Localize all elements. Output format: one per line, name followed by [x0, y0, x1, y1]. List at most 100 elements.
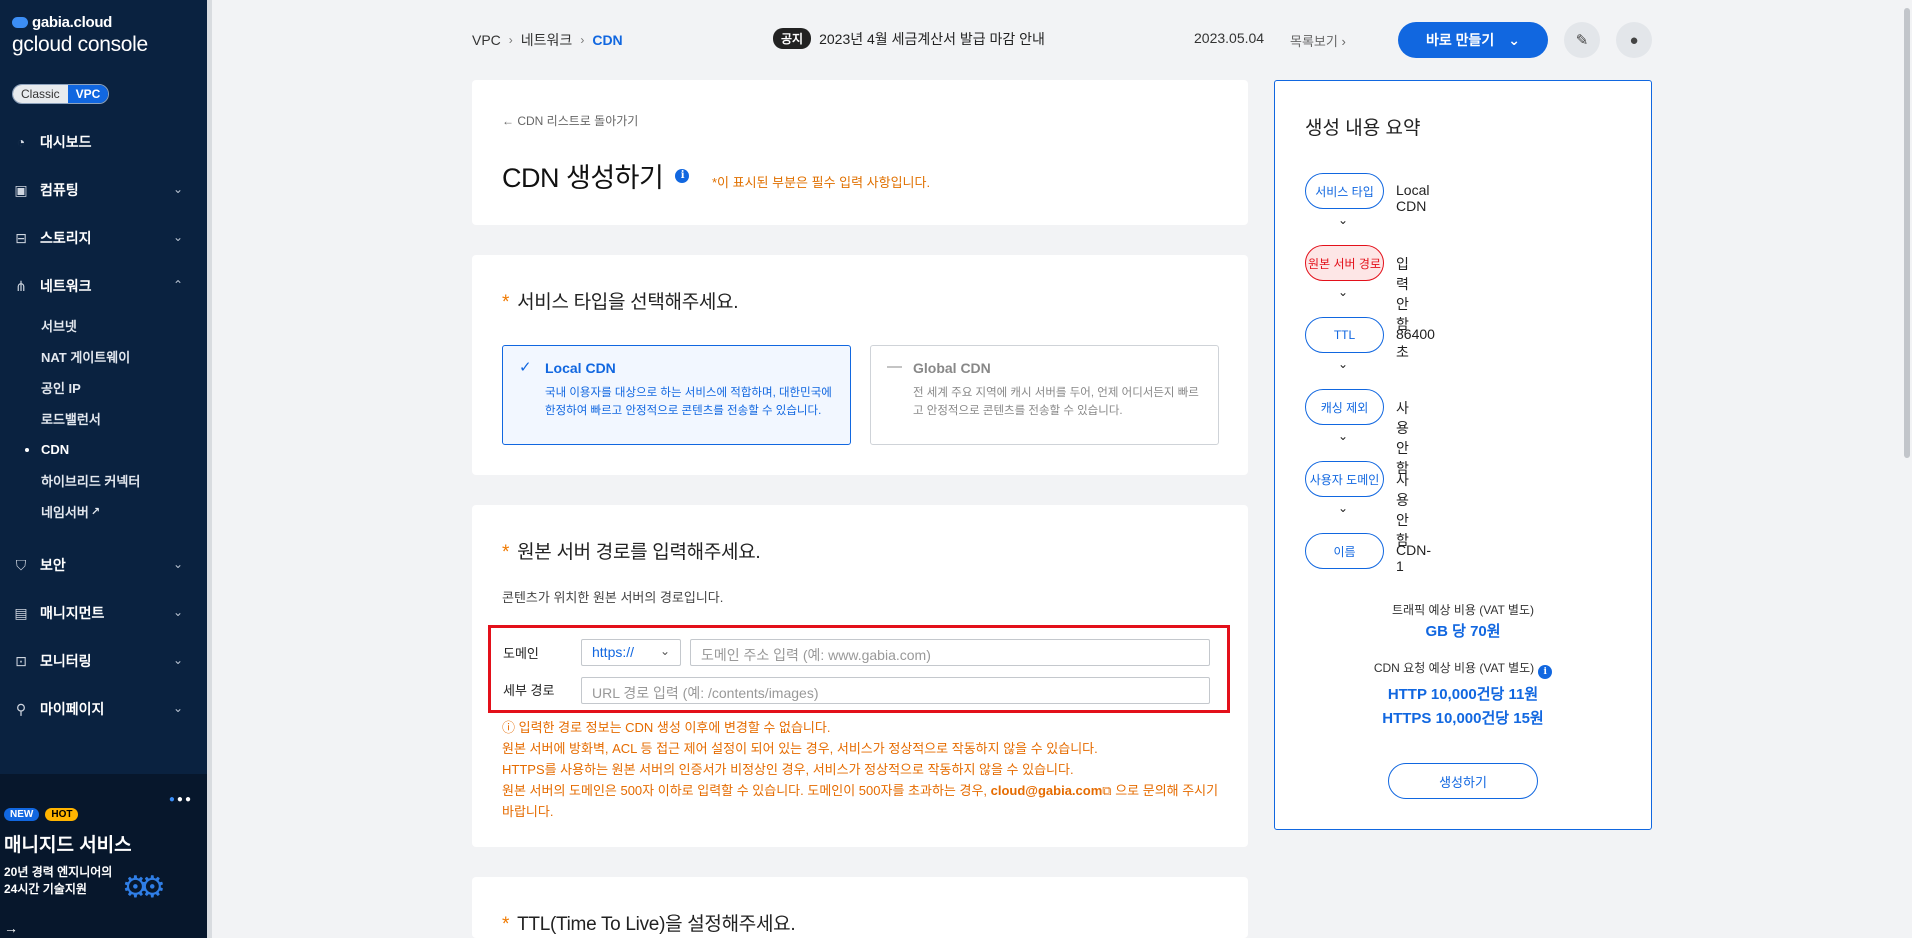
page-scrollbar[interactable]	[1902, 0, 1912, 938]
sidebar-item-security[interactable]: ⛉ 보안 ⌄	[0, 541, 207, 589]
sidebar-item-hybrid-connector[interactable]: 하이브리드 커넥터	[41, 465, 207, 496]
chevron-right-icon: ›	[508, 33, 513, 47]
step-value: 사용 안 함	[1396, 400, 1409, 476]
step-pill-origin[interactable]: 원본 서버 경로	[1305, 245, 1384, 281]
option-local-cdn[interactable]: ✓ Local CDN 국내 이용자를 대상으로 하는 서비스에 적합하며, 대…	[502, 345, 851, 445]
sidebar-item-mypage[interactable]: ⚲ 마이페이지 ⌄	[0, 685, 207, 733]
breadcrumb-network[interactable]: 네트워크	[521, 30, 573, 50]
chevron-down-icon: ⌄	[1338, 213, 1349, 227]
sidebar-item-nat-gateway[interactable]: NAT 게이트웨이	[41, 341, 207, 372]
step-value: 입력 안 함	[1396, 256, 1409, 332]
notice-date: 2023.05.04	[1194, 30, 1265, 46]
sidebar-item-public-ip[interactable]: 공인 IP	[41, 372, 207, 403]
quick-create-button[interactable]: 바로 만들기 ⌄	[1398, 22, 1548, 58]
chevron-down-icon: ⌄	[1338, 285, 1349, 299]
network-submenu: 서브넷 NAT 게이트웨이 공인 IP 로드밸런서 CDN 하이브리드 커넥터 …	[0, 310, 207, 527]
mode-vpc[interactable]: VPC	[67, 85, 109, 103]
promo-line: 24시간 기술지원	[4, 882, 87, 896]
notice-text[interactable]: 2023년 4월 세금계산서 발급 마감 안내	[819, 29, 1045, 49]
gears-icon: ⚙⚙	[122, 871, 166, 904]
promo-banner[interactable]: ●●● NEW HOT 매니지드 서비스 20년 경력 엔지니어의 24시간 기…	[0, 774, 207, 938]
copy-icon[interactable]: ⧉	[1102, 783, 1111, 798]
sidebar-item-dashboard[interactable]: ◔ 대시보드	[0, 118, 207, 166]
sidebar-item-storage[interactable]: ⊟ 스토리지 ⌄	[0, 214, 207, 262]
page-title: CDN 생성하기 i	[502, 156, 690, 195]
sidebar-item-label: 네트워크	[40, 278, 92, 294]
quick-create-label: 바로 만들기	[1425, 32, 1495, 48]
arrow-right-icon[interactable]: →	[4, 920, 18, 936]
step-pill-ttl[interactable]: TTL	[1305, 317, 1384, 353]
traffic-cost-label: 트래픽 예상 비용 (VAT 별도)	[1391, 603, 1535, 617]
request-cost-label: CDN 요청 예상 비용 (VAT 별도)	[1373, 661, 1535, 675]
logo[interactable]: gabia.cloud gcloud console	[12, 14, 148, 57]
info-icon[interactable]: i	[1538, 665, 1553, 679]
breadcrumb-cdn[interactable]: CDN	[592, 32, 622, 48]
path-input[interactable]: URL 경로 입력 (예: /contents/images)	[581, 677, 1210, 704]
sidebar: gabia.cloud gcloud console Classic VPC ◔…	[0, 0, 212, 938]
external-link-icon: ↗	[90, 506, 101, 518]
sidebar-item-label: 스토리지	[40, 230, 92, 246]
warning-line: HTTPS를 사용하는 원본 서버의 인증서가 비정상인 경우, 서비스가 정상…	[502, 762, 1074, 777]
sidebar-item-network[interactable]: ⋔ 네트워크 ⌃	[0, 262, 207, 310]
step-pill-user-domain[interactable]: 사용자 도메인	[1305, 461, 1384, 497]
mode-classic[interactable]: Classic	[13, 85, 68, 103]
section-title-text: 원본 서버 경로를 입력해주세요.	[517, 542, 761, 563]
step-pill-service-type[interactable]: 서비스 타입	[1305, 173, 1384, 209]
origin-card: * 원본 서버 경로를 입력해주세요. 콘텐츠가 위치한 원본 서버의 경로입니다…	[472, 505, 1248, 847]
warning-line: 원본 서버에 방화벽, ACL 등 접근 제어 설정이 되어 있는 경우, 서비…	[502, 741, 1098, 756]
chevron-down-icon: ⌄	[172, 653, 183, 667]
sidebar-scrollbar[interactable]	[207, 0, 212, 938]
chevron-down-icon: ⌄	[659, 644, 670, 658]
chat-icon: ✎	[1575, 32, 1589, 49]
header-card: ← CDN 리스트로 돌아가기 CDN 생성하기 i *이 표시된 부분은 필수…	[472, 80, 1248, 225]
sidebar-item-nameserver[interactable]: 네임서버 ↗	[41, 496, 207, 527]
step-pill-name[interactable]: 이름	[1305, 533, 1384, 569]
sidebar-item-management[interactable]: ▤ 매니지먼트 ⌄	[0, 589, 207, 637]
section-title-text: 서비스 타입을 선택해주세요.	[517, 292, 739, 313]
sidebar-item-cdn[interactable]: CDN	[25, 434, 207, 465]
notice-list-link[interactable]: 목록보기 ›	[1290, 31, 1346, 50]
chip-icon: ▣	[14, 181, 28, 198]
sidebar-item-monitoring[interactable]: ⊡ 모니터링 ⌄	[0, 637, 207, 685]
carousel-dots[interactable]: ●●●	[169, 794, 193, 805]
chevron-down-icon: ⌄	[172, 182, 183, 196]
step-pill-cache-exclude[interactable]: 캐싱 제외	[1305, 389, 1384, 425]
chevron-down-icon: ⌄	[1338, 429, 1349, 443]
breadcrumb: VPC › 네트워크 › CDN	[472, 30, 623, 50]
sidebar-item-subnet[interactable]: 서브넷	[41, 310, 207, 341]
origin-form: 도메인 https:// ⌄ 도메인 주소 입력 (예: www.gabia.c…	[488, 625, 1230, 713]
breadcrumb-vpc[interactable]: VPC	[472, 32, 501, 48]
chevron-down-icon: ⌄	[172, 605, 183, 619]
required-note: *이 표시된 부분은 필수 입력 사항입니다.	[712, 175, 931, 190]
origin-desc: 콘텐츠가 위치한 원본 서버의 경로입니다.	[502, 590, 724, 605]
sidebar-item-label: 대시보드	[40, 134, 92, 150]
monitoring-icon: ⊡	[15, 652, 27, 669]
back-link[interactable]: ← CDN 리스트로 돌아가기	[502, 112, 638, 129]
request-cost: CDN 요청 예상 비용 (VAT 별도) i HTTP 10,000건당 11원…	[1275, 659, 1651, 731]
sidebar-item-computing[interactable]: ▣ 컴퓨팅 ⌄	[0, 166, 207, 214]
step-value: 사용 안 함	[1396, 472, 1409, 548]
profile-button[interactable]: ●	[1616, 22, 1652, 58]
sidebar-item-load-balancer[interactable]: 로드밸런서	[41, 403, 207, 434]
info-icon[interactable]: i	[675, 168, 690, 183]
protocol-select[interactable]: https:// ⌄	[581, 639, 681, 666]
step-value: CDN-1	[1396, 542, 1431, 574]
create-cdn-button[interactable]: 생성하기	[1388, 763, 1538, 799]
option-global-cdn[interactable]: — Global CDN 전 세계 주요 지역에 캐시 서버를 두어, 언제 어…	[870, 345, 1219, 445]
notice[interactable]: 공지 2023년 4월 세금계산서 발급 마감 안내	[773, 28, 1045, 49]
chevron-down-icon: ⌄	[172, 701, 183, 715]
traffic-cost-value: GB 당 70원	[1425, 623, 1501, 640]
chevron-down-icon: ⌄	[1508, 31, 1521, 48]
origin-warnings: ⓘ 입력한 경로 정보는 CDN 생성 이후에 변경할 수 없습니다. 원본 서…	[502, 717, 1222, 822]
summary-panel: 생성 내용 요약 서비스 타입 Local CDN ⌄ 원본 서버 경로 입력 …	[1274, 80, 1652, 830]
mode-toggle[interactable]: Classic VPC	[12, 84, 110, 104]
dash-icon: —	[887, 358, 902, 375]
option-desc: 국내 이용자를 대상으로 하는 서비스에 적합하며, 대한민국에 한정하여 빠르…	[545, 387, 832, 417]
chat-button[interactable]: ✎	[1564, 22, 1600, 58]
section-title: * 원본 서버 경로를 입력해주세요.	[502, 542, 761, 563]
chevron-right-icon: ›	[580, 33, 585, 47]
storage-icon: ⊟	[15, 229, 27, 246]
domain-input[interactable]: 도메인 주소 입력 (예: www.gabia.com)	[690, 639, 1210, 666]
contact-email[interactable]: cloud@gabia.com	[991, 783, 1103, 798]
sidebar-item-label: 컴퓨팅	[40, 182, 79, 198]
